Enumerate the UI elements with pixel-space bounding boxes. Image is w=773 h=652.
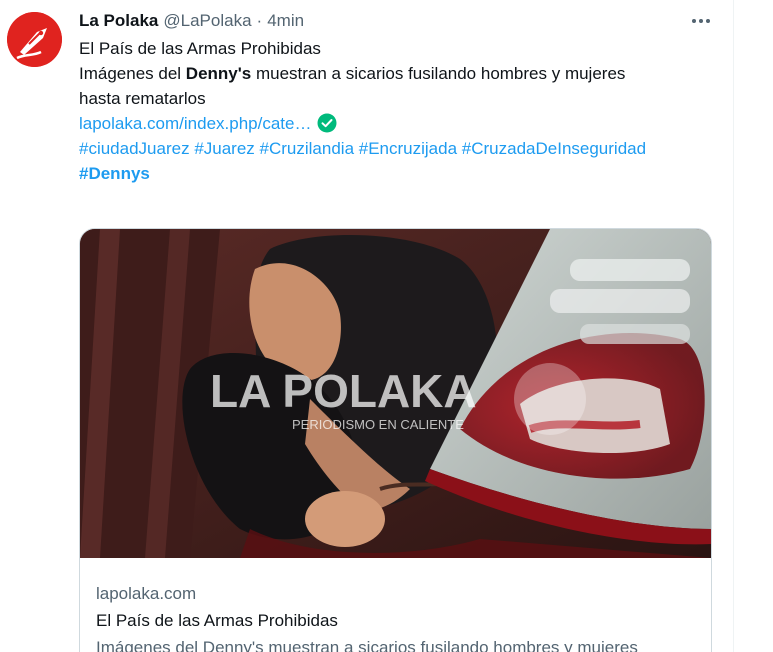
tweet-line-2: Imágenes del Denny's muestran a sicarios… [79, 61, 719, 86]
card-image[interactable]: LA POLAKA PERIODISMO EN CALIENTE [80, 229, 711, 558]
hashtag-line: #ciudadJuarez #Juarez #Cruzilandia #Encr… [79, 136, 719, 161]
hashtag-link-dennys[interactable]: #Dennys [79, 164, 150, 183]
card-photo: LA POLAKA PERIODISMO EN CALIENTE [80, 229, 711, 558]
tweet-line-2-prefix: Imágenes del [79, 64, 186, 83]
card-description: Imágenes del Denny's muestran a sicarios… [96, 638, 638, 652]
hashtag-line-2: #Dennys [79, 161, 719, 186]
tweet-timestamp[interactable]: 4min [267, 11, 304, 31]
check-circle-icon [317, 113, 337, 133]
link-card[interactable]: LA POLAKA PERIODISMO EN CALIENTE lapolak… [79, 228, 712, 652]
tweet-link[interactable]: lapolaka.com/index.php/cate… [79, 114, 311, 133]
hashtag-link[interactable]: #ciudadJuarez [79, 139, 190, 158]
tweet-headline: El País de las Armas Prohibidas [79, 39, 321, 58]
hashtag-link[interactable]: #Cruzilandia [260, 139, 355, 158]
watermark-subtitle: PERIODISMO EN CALIENTE [292, 417, 464, 432]
hashtag-link[interactable]: #Encruzijada [359, 139, 457, 158]
more-dot [706, 19, 710, 23]
card-text[interactable]: lapolaka.com El País de las Armas Prohib… [96, 581, 696, 652]
hashtag-link[interactable]: #CruzadaDeInseguridad [462, 139, 646, 158]
header-separator: · [256, 11, 263, 30]
tweet-line-3: hasta rematarlos [79, 89, 206, 108]
avatar[interactable] [7, 12, 62, 67]
hashtag-link[interactable]: #Juarez [194, 139, 254, 158]
card-domain: lapolaka.com [96, 584, 197, 603]
tweet-header: La Polaka @LaPolaka · 4min [79, 10, 304, 32]
right-gutter [734, 0, 773, 652]
tweet-text: El País de las Armas Prohibidas Imágenes… [79, 36, 719, 186]
tweet-link-line: lapolaka.com/index.php/cate… [79, 111, 719, 136]
tweet[interactable]: La Polaka @LaPolaka · 4min El País de la… [0, 0, 733, 652]
more-dot [699, 19, 703, 23]
more-horizontal-icon [692, 19, 696, 23]
tweet-line-2-suffix: muestran a sicarios fusilando hombres y … [251, 64, 626, 83]
card-title: El País de las Armas Prohibidas [96, 611, 338, 630]
author-handle[interactable]: @LaPolaka [163, 11, 251, 31]
more-options-button[interactable] [686, 10, 716, 32]
author-name[interactable]: La Polaka [79, 11, 158, 31]
pen-nib-logo-icon [7, 12, 62, 67]
watermark-title: LA POLAKA [210, 365, 477, 417]
tweet-line-2-bold: Denny's [185, 64, 252, 83]
